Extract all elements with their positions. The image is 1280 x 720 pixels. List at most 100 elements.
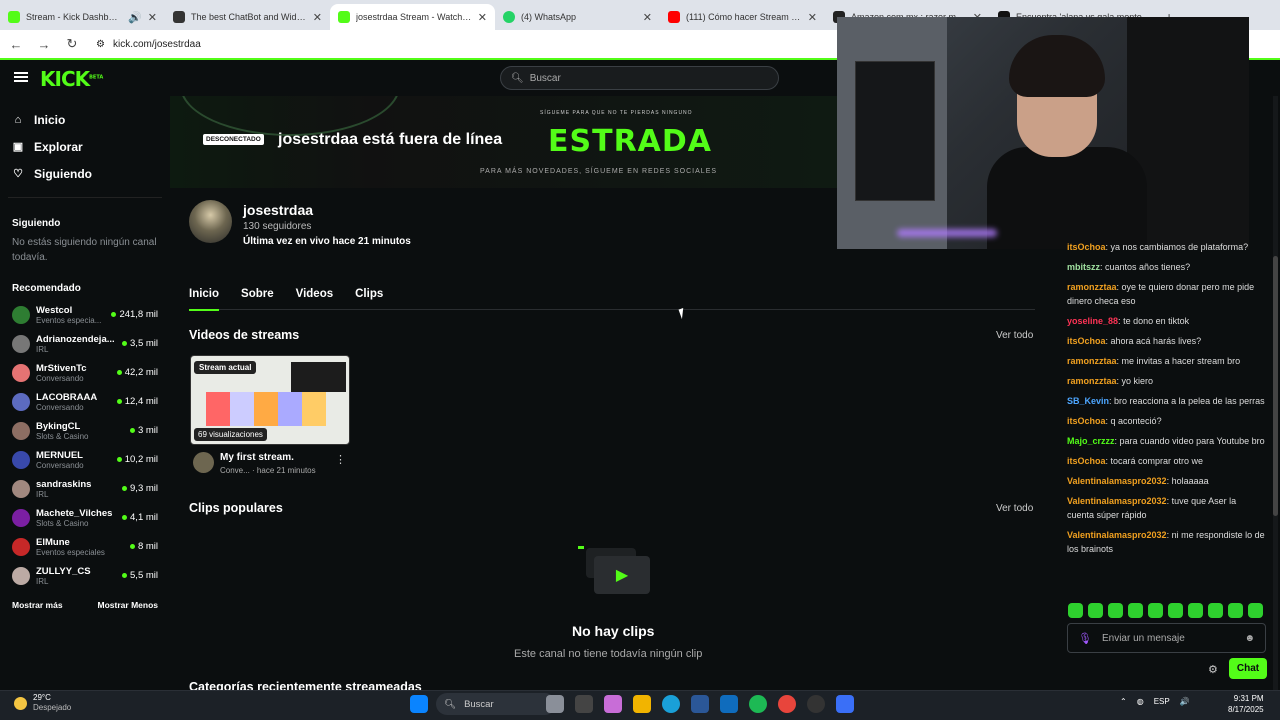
close-tab-icon[interactable]: ✕ [808, 11, 817, 24]
browser-tab[interactable]: The best ChatBot and Widgets ✕ [165, 4, 330, 30]
emote-icon[interactable] [1168, 603, 1183, 618]
sidebar-item-inicio[interactable]: ⌂ Inicio [12, 106, 158, 133]
viewer-count-text: 4,1 mil [130, 512, 158, 523]
chevron-up-icon[interactable]: ⌃ [1120, 697, 1127, 706]
chrome-icon[interactable] [778, 695, 796, 713]
chat-text: ahora acá harás lives? [1110, 336, 1202, 346]
language-indicator[interactable]: ESP [1154, 697, 1170, 706]
volume-icon[interactable]: 🔊 [1180, 697, 1190, 706]
emote-icon[interactable] [1108, 603, 1123, 618]
taskbar-search[interactable]: 🔍︎ Buscar [436, 693, 556, 715]
scrollbar[interactable] [1273, 96, 1278, 690]
send-chat-button[interactable]: Chat [1229, 658, 1267, 679]
gear-icon[interactable]: ⚙ [1208, 663, 1218, 676]
chat-username[interactable]: Valentinalamaspro2032 [1067, 496, 1167, 506]
video-category[interactable]: Conve... [220, 466, 250, 475]
chat-username[interactable]: SB_Kevin [1067, 396, 1109, 406]
chat-username[interactable]: Valentinalamaspro2032 [1067, 530, 1167, 540]
weather-widget[interactable]: 29°C Despejado [14, 693, 71, 713]
windows-start-icon[interactable] [410, 695, 428, 713]
clock[interactable]: 9:31 PM 8/17/2025 [1228, 693, 1264, 715]
close-tab-icon[interactable]: ✕ [478, 11, 487, 24]
chat-username[interactable]: itsOchoa [1067, 336, 1106, 346]
tab-videos[interactable]: Videos [296, 286, 334, 310]
chat-username[interactable]: ramonzztaa [1067, 282, 1117, 292]
url-field[interactable]: ⚙ kick.com/josestrdaa [96, 39, 201, 50]
store-icon[interactable] [691, 695, 709, 713]
browser-tab[interactable]: (111) Cómo hacer Stream con ✕ [660, 4, 825, 30]
chat-text: q aconteció? [1110, 416, 1162, 426]
avatar[interactable] [193, 452, 214, 473]
emote-icon[interactable] [1248, 603, 1263, 618]
browser-tab-active[interactable]: josestrdaa Stream - Watch Live ✕ [330, 4, 495, 30]
sidebar-channel[interactable]: BykingCL Slots & Casino 3 mil [0, 416, 170, 445]
channel-category: Conversando [36, 460, 84, 470]
kick-logo[interactable]: KICKBETA [40, 67, 103, 91]
app-icon[interactable] [546, 695, 564, 713]
outlook-icon[interactable] [720, 695, 738, 713]
app-icon[interactable] [836, 695, 854, 713]
sidebar-channel[interactable]: Adrianozendeja... IRL 3,5 mil [0, 329, 170, 358]
emote-icon[interactable] [1148, 603, 1163, 618]
sidebar-channel[interactable]: Westcol Eventos especia... 241,8 mil [0, 300, 170, 329]
chat-username[interactable]: Majo_crzzz [1067, 436, 1115, 446]
sidebar-channel[interactable]: sandraskins IRL 9,3 mil [0, 474, 170, 503]
spotify-icon[interactable] [749, 695, 767, 713]
close-tab-icon[interactable]: ✕ [148, 11, 157, 24]
browser-tab[interactable]: Stream - Kick Dashboard 🔊 ✕ [0, 4, 165, 30]
emote-icon[interactable] [1188, 603, 1203, 618]
edge-icon[interactable] [662, 695, 680, 713]
chat-username[interactable]: ramonzztaa [1067, 376, 1117, 386]
emote-icon[interactable] [1088, 603, 1103, 618]
chat-username[interactable]: mbitszz [1067, 262, 1100, 272]
tab-sobre[interactable]: Sobre [241, 286, 274, 310]
emote-icon[interactable] [1208, 603, 1223, 618]
show-less-button[interactable]: Mostrar Menos [98, 600, 158, 610]
chat-username[interactable]: itsOchoa [1067, 456, 1106, 466]
clips-see-all-link[interactable]: Ver todo [996, 503, 1033, 514]
app-icon[interactable] [575, 695, 593, 713]
close-tab-icon[interactable]: ✕ [643, 11, 652, 24]
reload-icon[interactable]: ↻ [60, 36, 84, 52]
chat-username[interactable]: itsOchoa [1067, 416, 1106, 426]
chat-username[interactable]: Valentinalamaspro2032 [1067, 476, 1167, 486]
chat-username[interactable]: itsOchoa [1067, 242, 1106, 252]
sidebar-channel[interactable]: MrStivenTc Conversando 42,2 mil [0, 358, 170, 387]
copilot-icon[interactable] [604, 695, 622, 713]
video-thumbnail[interactable]: Stream actual 69 visualizaciones [190, 355, 350, 445]
sidebar-item-explorar[interactable]: ▣ Explorar [12, 133, 158, 160]
tab-inicio[interactable]: Inicio [189, 286, 220, 311]
chat-input[interactable]: 🎙︎ Enviar un mensaje ☻ [1067, 623, 1266, 653]
chat-username[interactable]: ramonzztaa [1067, 356, 1117, 366]
sidebar-channel[interactable]: LACOBRAAA Conversando 12,4 mil [0, 387, 170, 416]
show-more-button[interactable]: Mostrar más [12, 600, 63, 610]
sidebar-channel[interactable]: ZULLYY_CS IRL 5,5 mil [0, 561, 170, 590]
tab-clips[interactable]: Clips [355, 286, 383, 310]
video-title[interactable]: My first stream. [220, 452, 294, 463]
emote-icon[interactable] [1128, 603, 1143, 618]
search-input[interactable]: 🔍︎ Buscar [500, 66, 779, 90]
obs-icon[interactable] [807, 695, 825, 713]
sidebar-channel[interactable]: MERNUEL Conversando 10,2 mil [0, 445, 170, 474]
sidebar-channel[interactable]: ElMune Eventos especiales 8 mil [0, 532, 170, 561]
chat-username[interactable]: yoseline_88 [1067, 316, 1118, 326]
back-icon[interactable]: ← [4, 37, 28, 52]
file-explorer-icon[interactable] [633, 695, 651, 713]
emoji-icon[interactable]: ☻ [1244, 633, 1255, 644]
speaker-icon[interactable]: 🔊 [128, 11, 142, 24]
site-info-icon[interactable]: ⚙ [96, 39, 105, 50]
more-options-icon[interactable]: ⋮ [335, 453, 346, 466]
emote-icon[interactable] [1228, 603, 1243, 618]
forward-icon[interactable]: → [32, 37, 56, 52]
chat-message: Valentinalamaspro2032: holaaaaa [1067, 476, 1209, 486]
sidebar-channel[interactable]: Machete_Vilches Slots & Casino 4,1 mil [0, 503, 170, 532]
videos-see-all-link[interactable]: Ver todo [996, 330, 1033, 341]
sidebar-item-siguiendo[interactable]: ♡ Siguiendo [12, 160, 158, 187]
microphone-icon[interactable]: 🎙︎ [1078, 632, 1092, 645]
network-icon[interactable]: ◍ [1137, 697, 1144, 706]
menu-icon[interactable] [14, 72, 28, 82]
emote-icon[interactable] [1068, 603, 1083, 618]
channel-avatar[interactable] [189, 200, 232, 243]
close-tab-icon[interactable]: ✕ [313, 11, 322, 24]
browser-tab[interactable]: (4) WhatsApp ✕ [495, 4, 660, 30]
